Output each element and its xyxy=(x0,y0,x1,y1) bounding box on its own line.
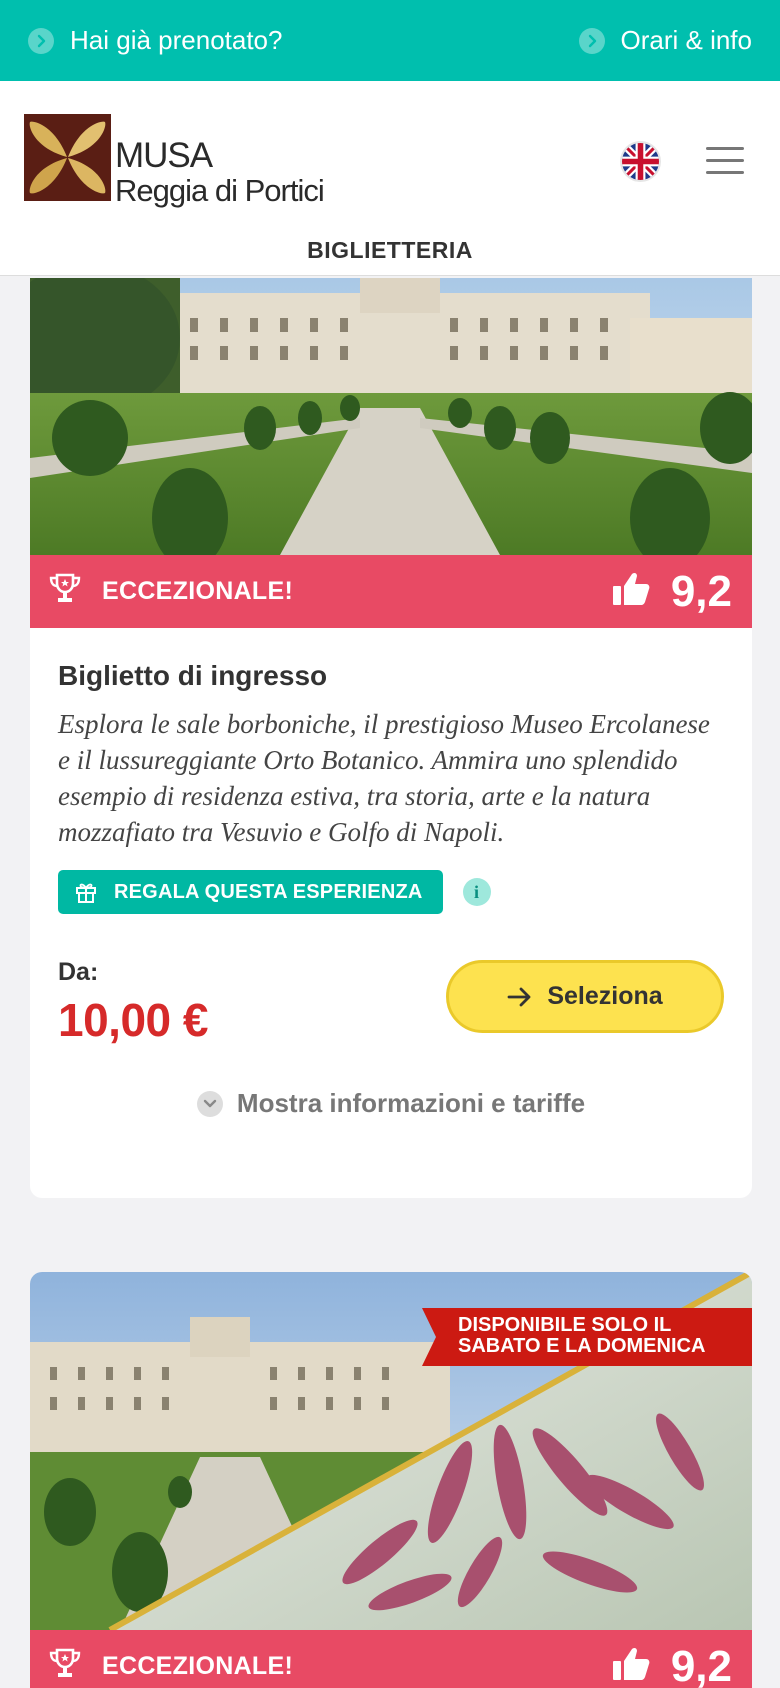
gift-button-label: REGALA QUESTA ESPERIENZA xyxy=(114,880,423,903)
ribbon-line-2: SABATO E LA DOMENICA xyxy=(458,1335,706,1357)
weekend-only-ribbon: DISPONIBILE SOLO IL SABATO E LA DOMENICA xyxy=(422,1308,752,1366)
rating-banner: ECCEZIONALE! 9,2 xyxy=(30,555,752,628)
already-booked-link[interactable]: Hai già prenotato? xyxy=(28,25,282,56)
logo-title: MUSA xyxy=(115,136,213,175)
ribbon-line-1: DISPONIBILE SOLO IL xyxy=(458,1314,672,1336)
rating-label: ECCEZIONALE! xyxy=(102,577,294,605)
select-button-label: Seleziona xyxy=(547,982,663,1010)
already-booked-label: Hai già prenotato? xyxy=(70,25,283,55)
hours-info-link[interactable]: Orari & info xyxy=(578,25,753,56)
hamburger-menu-icon[interactable] xyxy=(706,147,744,175)
tab-biglietteria[interactable]: BIGLIETTERIA xyxy=(0,237,780,264)
palace-botanical-photo: DISPONIBILE SOLO IL SABATO E LA DOMENICA xyxy=(30,1272,752,1630)
logo-mark xyxy=(24,114,111,201)
thumbs-up-icon xyxy=(611,1646,651,1687)
gift-experience-button[interactable]: REGALA QUESTA ESPERIENZA xyxy=(58,870,443,914)
show-more-info-label: Mostra informazioni e tariffe xyxy=(236,1088,586,1118)
top-bar: Hai già prenotato? Orari & info xyxy=(0,0,780,81)
info-icon[interactable]: i xyxy=(462,878,491,906)
rating-label: ECCEZIONALE! xyxy=(102,1652,294,1680)
site-header: MUSA Reggia di Portici BIGLIETTERIA xyxy=(0,81,780,276)
rating-banner: ECCEZIONALE! 9,2 xyxy=(30,1630,752,1688)
ticket-card: ECCEZIONALE! 9,2 Biglietto di ingresso E… xyxy=(30,278,752,1198)
trophy-icon xyxy=(48,1648,82,1685)
weekend-ticket-card: DISPONIBILE SOLO IL SABATO E LA DOMENICA… xyxy=(30,1272,752,1688)
trophy-icon xyxy=(48,573,82,610)
arrow-right-icon xyxy=(507,987,531,1006)
site-logo[interactable]: MUSA Reggia di Portici xyxy=(24,114,325,208)
rating-score: 9,2 xyxy=(670,1641,732,1688)
ticket-title: Biglietto di ingresso xyxy=(58,660,328,691)
rating-score: 9,2 xyxy=(670,566,732,616)
hours-info-label: Orari & info xyxy=(620,25,753,55)
chevron-right-icon xyxy=(578,27,605,54)
chevron-right-icon xyxy=(28,27,54,54)
palace-garden-photo xyxy=(30,278,752,555)
gift-icon xyxy=(74,880,98,904)
thumbs-up-icon xyxy=(611,571,651,612)
logo-subtitle: Reggia di Portici xyxy=(115,173,325,208)
chevron-down-icon xyxy=(196,1090,223,1117)
uk-flag-icon[interactable] xyxy=(622,143,659,180)
ticket-description: Esplora le sale borboniche, il prestigio… xyxy=(58,709,710,847)
select-button[interactable]: Seleziona xyxy=(446,960,724,1033)
show-more-info-toggle[interactable]: Mostra informazioni e tariffe xyxy=(58,1088,724,1119)
